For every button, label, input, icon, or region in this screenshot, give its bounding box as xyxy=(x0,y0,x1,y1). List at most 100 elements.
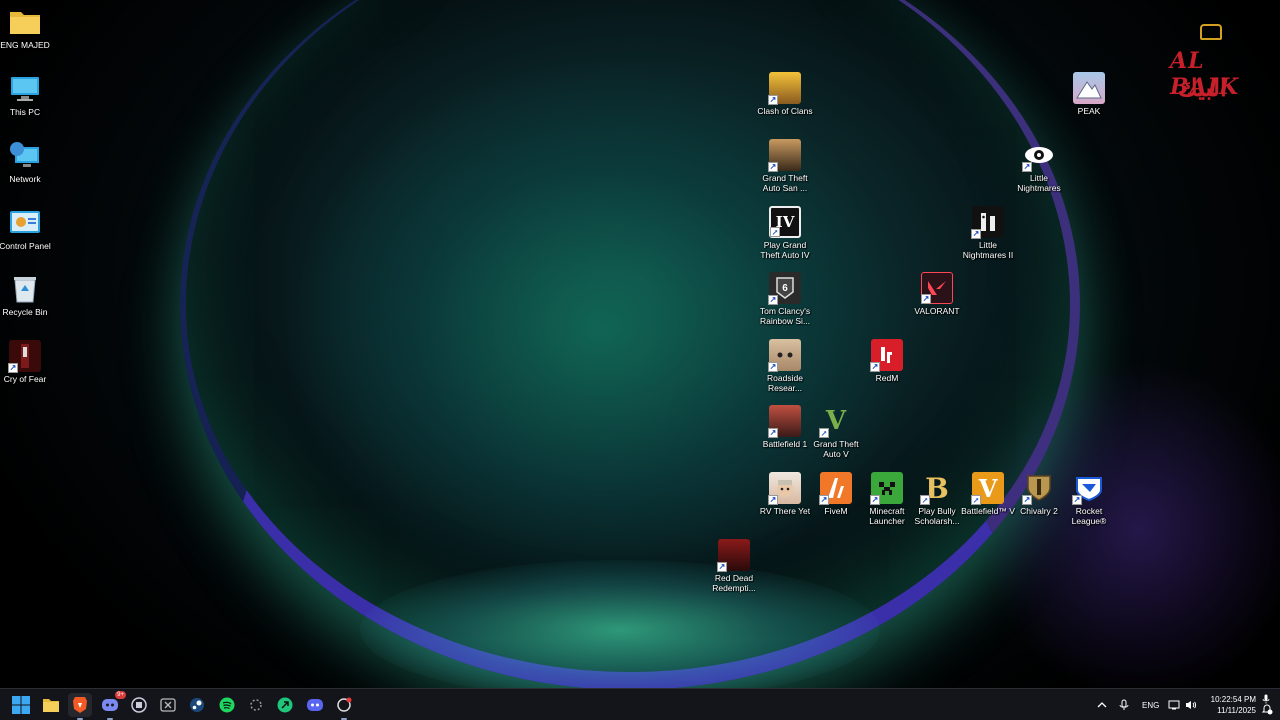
logo-hat-icon xyxy=(1200,24,1222,40)
desktop-icon-gta-iv[interactable]: IV ↗ Play Grand Theft Auto IV xyxy=(755,206,815,260)
desktop-icon-this-pc[interactable]: This PC xyxy=(0,73,55,117)
taskbar-app-5[interactable] xyxy=(127,693,151,717)
notifications-button[interactable] xyxy=(1261,693,1273,720)
wallpaper-glow xyxy=(360,560,880,688)
speaker-icon xyxy=(1186,701,1197,709)
tray-overflow-button[interactable] xyxy=(1097,689,1107,720)
desktop-icon-label: This PC xyxy=(9,107,41,117)
desktop-icon-gta-san-andreas[interactable]: ↗ Grand Theft Auto San ... xyxy=(755,139,815,193)
desktop-icon-label: RedM xyxy=(875,373,899,383)
rocket-league-icon: ↗ xyxy=(1072,472,1105,505)
shortcut-arrow-icon: ↗ xyxy=(768,495,778,505)
desktop-icon-label: Roadside Resear... xyxy=(767,373,803,393)
clock[interactable]: 10:22:54 PM 11/11/2025 xyxy=(1200,694,1256,716)
battlefield-1-icon: ↗ xyxy=(768,405,801,438)
shortcut-arrow-icon: ↗ xyxy=(870,495,880,505)
steam-icon xyxy=(190,698,204,712)
shortcut-arrow-icon: ↗ xyxy=(870,362,880,372)
desktop-icon-rainbow-six[interactable]: 6 ↗ Tom Clancy's Rainbow Si... xyxy=(755,272,815,326)
shortcut-arrow-icon: ↗ xyxy=(717,562,727,572)
recycle-bin-icon xyxy=(9,273,41,305)
spotify-button[interactable] xyxy=(215,693,239,717)
clock-date: 11/11/2025 xyxy=(1217,706,1256,715)
spotify-icon xyxy=(219,697,235,713)
chevron-up-icon xyxy=(1097,702,1107,708)
desktop-icon-label: Rocket League® xyxy=(1071,506,1107,526)
desktop-icon-redm[interactable]: ↗ RedM xyxy=(857,339,917,383)
little-nightmares-icon: ↗ xyxy=(1022,139,1055,172)
desktop-icon-label: Network xyxy=(9,174,41,184)
shortcut-arrow-icon: ↗ xyxy=(1072,495,1082,505)
discord-button[interactable] xyxy=(303,693,327,717)
taskbar: 9+ ENG 10:22:54 PM 11/11/2025 xyxy=(0,688,1280,720)
ethernet-icon xyxy=(1168,700,1180,710)
gta-iv-icon: IV ↗ xyxy=(769,206,801,238)
desktop-icon-gta-v[interactable]: V ↗ Grand Theft Auto V xyxy=(806,405,866,459)
shortcut-arrow-icon: ↗ xyxy=(1022,162,1032,172)
desktop-icon-clash-of-clans[interactable]: ↗ Clash of Clans xyxy=(755,72,815,116)
brave-icon xyxy=(73,697,87,713)
xbox-icon xyxy=(160,698,176,712)
app-icon xyxy=(337,697,352,712)
albaik-logo: AL BAIK البيك xyxy=(1164,24,1264,104)
shortcut-arrow-icon: ↗ xyxy=(920,495,930,505)
desktop-icon-label: Play Grand Theft Auto IV xyxy=(760,240,810,260)
battlefield-v-icon: V ↗ xyxy=(971,472,1004,505)
bully-icon: B ↗ xyxy=(920,471,949,505)
language-indicator[interactable]: ENG xyxy=(1142,689,1159,720)
app-icon xyxy=(131,697,147,713)
valorant-icon: ↗ xyxy=(921,272,953,304)
cry-of-fear-icon: ↗ xyxy=(8,340,41,373)
shortcut-arrow-icon: ↗ xyxy=(971,495,981,505)
desktop-icon-eng-majed[interactable]: ENG MAJED xyxy=(0,6,55,50)
start-button[interactable] xyxy=(9,693,33,717)
monitor-icon xyxy=(9,73,41,105)
desktop-icon-label: Cry of Fear xyxy=(3,374,47,384)
desktop-icon-little-nightmares[interactable]: ↗ Little Nightmares xyxy=(1009,139,1069,193)
gta-san-andreas-icon: ↗ xyxy=(768,139,801,172)
desktop-icon-valorant[interactable]: ↗ VALORANT xyxy=(907,272,967,316)
fivem-icon: ↗ xyxy=(819,472,852,505)
volume-button[interactable] xyxy=(1185,689,1197,720)
desktop-icon-label: Grand Theft Auto V xyxy=(813,439,859,459)
peak-icon xyxy=(1073,72,1105,104)
desktop-icon-label: VALORANT xyxy=(914,306,960,316)
language-label: ENG xyxy=(1142,700,1160,710)
little-nightmares-ii-icon: ↗ xyxy=(971,206,1004,239)
microphone-button[interactable] xyxy=(1119,689,1129,720)
network-status-button[interactable] xyxy=(1168,689,1180,720)
desktop-icon-rocket-league[interactable]: ↗ Rocket League® xyxy=(1059,472,1119,526)
desktop-icon-label: Red Dead Redempti... xyxy=(712,573,756,593)
brave-browser-button[interactable] xyxy=(68,693,92,720)
desktop-icon-label: Grand Theft Auto San ... xyxy=(762,173,808,193)
file-explorer-button[interactable] xyxy=(39,693,63,717)
desktop-icon-control-panel[interactable]: Control Panel xyxy=(0,207,55,251)
desktop-icon-recycle-bin[interactable]: Recycle Bin xyxy=(0,273,55,317)
clash-of-clans-icon: ↗ xyxy=(768,72,801,105)
shortcut-arrow-icon: ↗ xyxy=(819,495,829,505)
notification-badge: 9+ xyxy=(115,691,126,699)
desktop-icon-peak[interactable]: PEAK xyxy=(1059,72,1119,116)
shortcut-arrow-icon: ↗ xyxy=(768,428,778,438)
desktop-icon-label: Little Nightmares II xyxy=(962,240,1014,260)
discord-ptb-button[interactable]: 9+ xyxy=(98,691,126,720)
logo-text-arabic: البيك xyxy=(1178,75,1227,102)
xbox-button[interactable] xyxy=(156,693,180,717)
taskbar-app-9[interactable] xyxy=(244,693,268,717)
desktop-icon-roadside-research[interactable]: ↗ Roadside Resear... xyxy=(755,339,815,393)
taskbar-app-10[interactable] xyxy=(273,693,297,717)
desktop-icon-cry-of-fear[interactable]: ↗ Cry of Fear xyxy=(0,340,55,384)
steam-button[interactable] xyxy=(185,693,209,717)
desktop-icon-label: Clash of Clans xyxy=(757,106,813,116)
taskbar-app-12[interactable] xyxy=(332,693,356,720)
desktop-icon-little-nightmares-ii[interactable]: ↗ Little Nightmares II xyxy=(958,206,1018,260)
redm-icon: ↗ xyxy=(870,339,903,372)
desktop-icon-label: Recycle Bin xyxy=(2,307,48,317)
desktop-icon-network[interactable]: Network xyxy=(0,140,55,184)
chivalry-2-icon: ↗ xyxy=(1022,472,1055,505)
desktop-icon-red-dead-redemption[interactable]: ↗ Red Dead Redempti... xyxy=(704,539,764,593)
shortcut-arrow-icon: ↗ xyxy=(819,428,829,438)
shortcut-arrow-icon: ↗ xyxy=(1022,495,1032,505)
shortcut-arrow-icon: ↗ xyxy=(768,295,778,305)
desktop-icon-label: Tom Clancy's Rainbow Si... xyxy=(759,306,811,326)
